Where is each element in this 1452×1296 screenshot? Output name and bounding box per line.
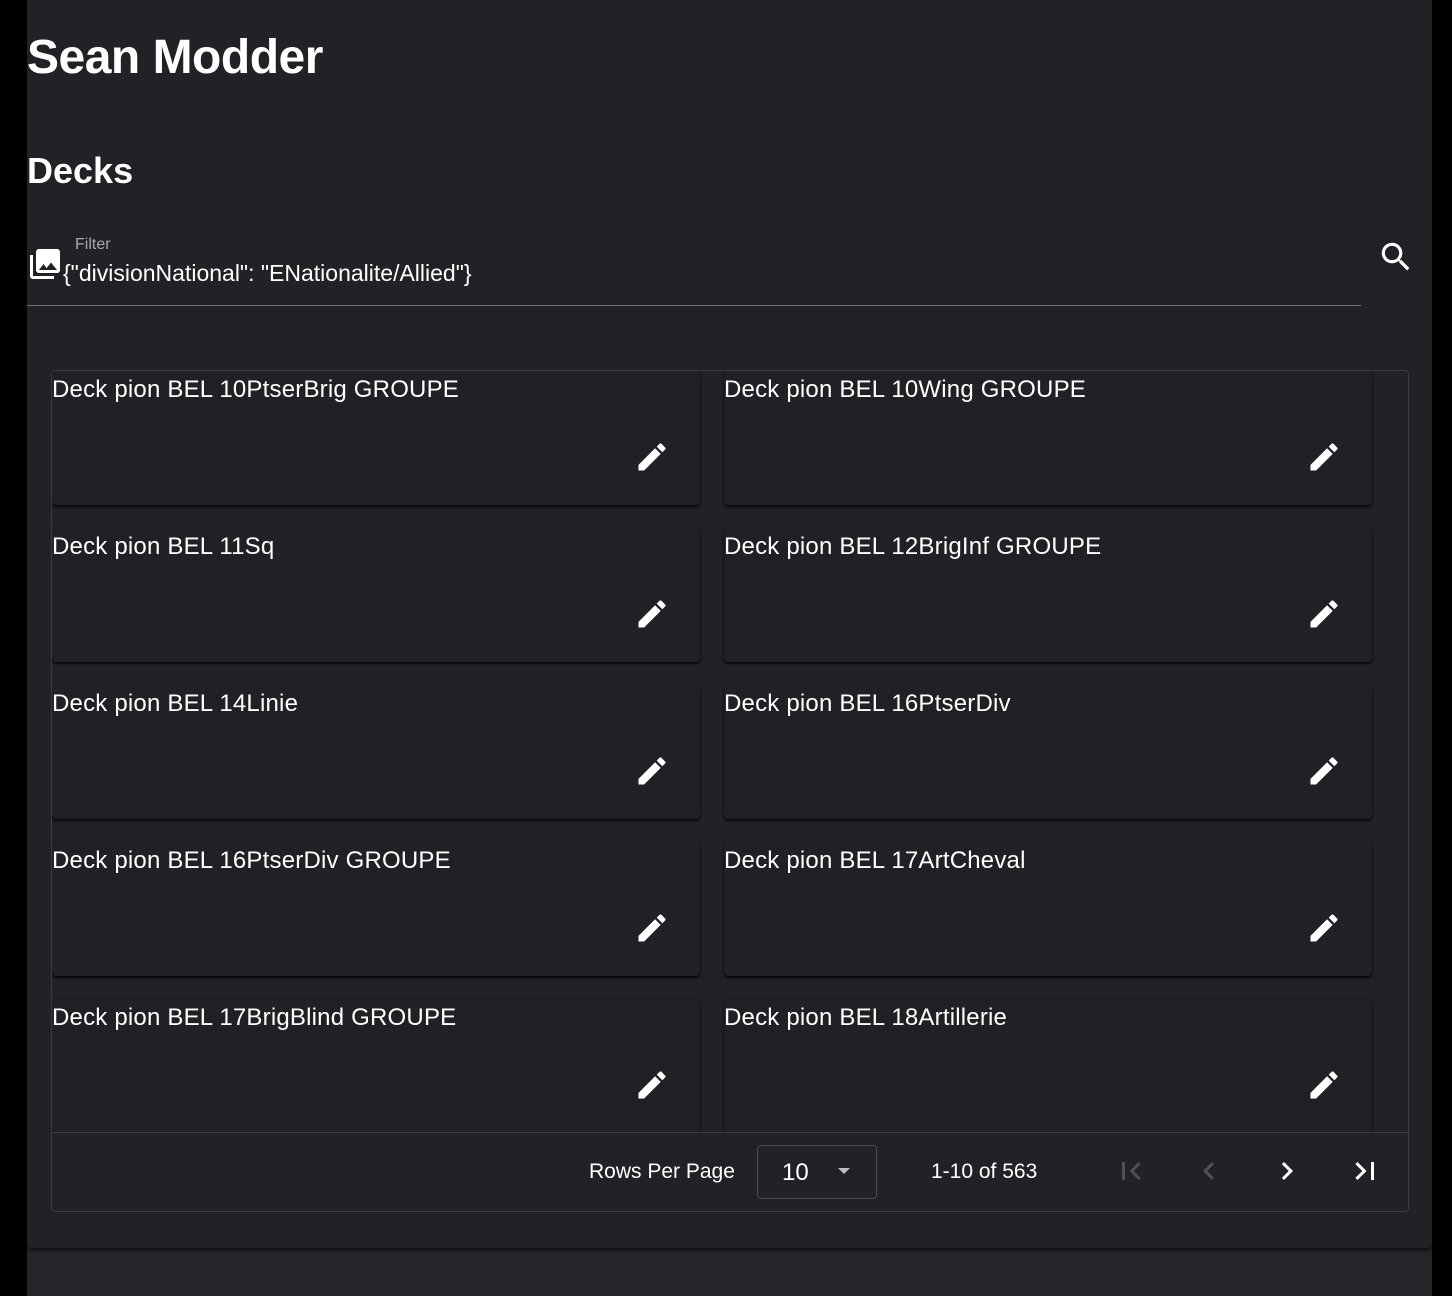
edit-icon[interactable] [1306,439,1342,475]
deck-card[interactable]: Deck pion BEL 17ArtCheval [724,842,1372,976]
edit-icon[interactable] [1306,910,1342,946]
previous-page-button[interactable] [1191,1153,1227,1189]
deck-card-title: Deck pion BEL 17BrigBlind GROUPE [52,1004,457,1031]
edit-icon[interactable] [1306,1067,1342,1103]
deck-card-title: Deck pion BEL 11Sq [52,533,275,560]
edit-icon[interactable] [634,910,670,946]
edit-icon[interactable] [634,753,670,789]
rows-per-page-label: Rows Per Page [589,1160,735,1183]
edit-icon[interactable] [634,1067,670,1103]
deck-card[interactable]: Deck pion BEL 11Sq [52,528,700,662]
last-page-icon [1355,1162,1374,1180]
app-title: Sean Modder [27,31,323,84]
edit-icon[interactable] [634,596,670,632]
deck-card-title: Deck pion BEL 12BrigInf GROUPE [724,533,1102,560]
deck-card[interactable]: Deck pion BEL 16PtserDiv [724,685,1372,819]
deck-card-title: Deck pion BEL 10Wing GROUPE [724,376,1086,403]
filter-field[interactable]: Filter {"divisionNational": "ENationalit… [27,232,1361,306]
pagination-bar: Rows Per Page 10 1-10 of 563 [52,1132,1408,1211]
deck-card-title: Deck pion BEL 16PtserDiv GROUPE [52,847,451,874]
main-panel: Sean Modder Decks Filter {"divisionNatio… [27,0,1432,1248]
deck-card[interactable]: Deck pion BEL 18Artillerie [724,999,1372,1133]
deck-card-title: Deck pion BEL 17ArtCheval [724,847,1026,874]
rows-per-page-value: 10 [782,1159,809,1186]
edit-icon[interactable] [634,439,670,475]
filter-input[interactable]: {"divisionNational": "ENationalite/Allie… [63,260,472,287]
deck-card-title: Deck pion BEL 14Linie [52,690,299,717]
deck-card[interactable]: Deck pion BEL 10PtserBrig GROUPE [52,371,700,505]
chevron-right-icon [1281,1162,1293,1180]
chevron-left-icon [1203,1162,1215,1180]
rows-per-page-select[interactable]: 10 [757,1145,877,1199]
last-page-button[interactable] [1347,1153,1383,1189]
deck-card[interactable]: Deck pion BEL 17BrigBlind GROUPE [52,999,700,1133]
edit-icon[interactable] [1306,596,1342,632]
deck-grid: Deck pion BEL 10PtserBrig GROUPE Deck pio… [51,370,1409,1212]
deck-card[interactable]: Deck pion BEL 14Linie [52,685,700,819]
app-root: Sean Modder Decks Filter {"divisionNatio… [27,0,1432,1296]
filter-label: Filter [75,236,111,253]
first-page-icon [1122,1162,1141,1180]
deck-card[interactable]: Deck pion BEL 12BrigInf GROUPE [724,528,1372,662]
deck-card[interactable]: Deck pion BEL 16PtserDiv GROUPE [52,842,700,976]
page-range-text: 1-10 of 563 [931,1160,1038,1183]
search-icon[interactable] [1377,238,1415,276]
edit-icon[interactable] [1306,753,1342,789]
page-title: Decks [27,150,134,191]
deck-card[interactable]: Deck pion BEL 10Wing GROUPE [724,371,1372,505]
chevron-down-icon [838,1168,850,1174]
deck-card-title: Deck pion BEL 16PtserDiv [724,690,1011,717]
next-page-button[interactable] [1269,1153,1305,1189]
deck-card-title: Deck pion BEL 18Artillerie [724,1004,1008,1031]
deck-card-title: Deck pion BEL 10PtserBrig GROUPE [52,376,460,403]
first-page-button[interactable] [1113,1153,1149,1189]
collections-icon [27,246,63,282]
